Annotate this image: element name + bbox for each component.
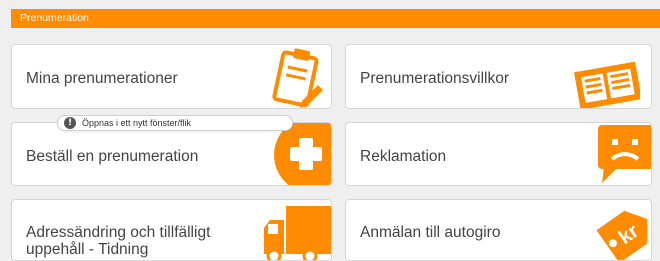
info-icon: !: [64, 117, 76, 129]
price-tag-icon: kr: [596, 210, 648, 260]
new-window-tooltip: ! Öppnas i ett nytt fönster/flik: [57, 115, 293, 131]
plus-circle-icon: [274, 123, 331, 185]
card-address-change[interactable]: Adressändring och tillfälligt uppehåll -…: [11, 199, 332, 261]
clipboard-icon: [272, 48, 323, 108]
card-my-subscriptions[interactable]: Mina prenumerationer: [11, 44, 332, 109]
section-header: Prenumeration: [11, 9, 660, 28]
card-autogiro[interactable]: Anmälan till autogiro kr: [345, 199, 652, 261]
card-label: Reklamation: [360, 148, 447, 165]
card-complaint[interactable]: Reklamation: [345, 122, 652, 186]
sad-speech-bubble-icon: [598, 125, 651, 183]
card-label: Anmälan till autogiro: [360, 224, 501, 241]
card-label: Beställ en prenumeration: [26, 148, 199, 165]
card-label: Prenumerationsvillkor: [360, 70, 510, 87]
tooltip-text: Öppnas i ett nytt fönster/flik: [82, 118, 192, 128]
card-label: Adressändring och tillfälligt uppehåll -…: [26, 224, 210, 258]
card-subscription-terms[interactable]: Prenumerationsvillkor: [345, 44, 652, 109]
card-label: Mina prenumerationer: [26, 70, 178, 87]
card-label-line1: Adressändring och tillfälligt: [26, 224, 211, 241]
card-order-subscription[interactable]: Beställ en prenumeration: [11, 122, 332, 186]
newspaper-icon: [574, 61, 640, 108]
truck-icon: [264, 206, 331, 260]
section-title: Prenumeration: [20, 12, 89, 24]
card-label-line2: uppehåll - Tidning: [26, 241, 149, 258]
